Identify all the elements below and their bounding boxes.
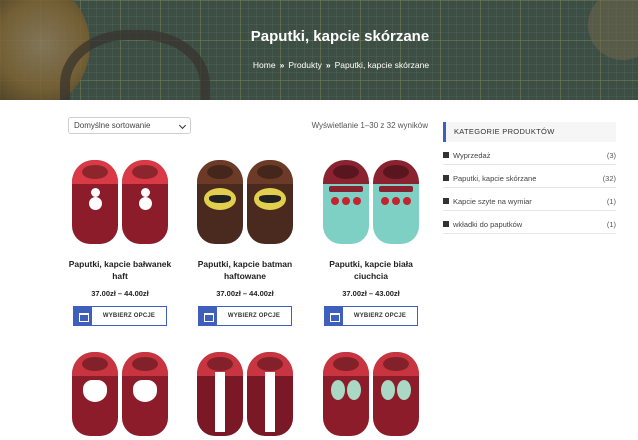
- product-title[interactable]: Paputki, kapcie biała ciuchcia: [315, 258, 427, 282]
- select-options-button[interactable]: WYBIERZ OPCJE: [198, 306, 292, 326]
- category-item[interactable]: Kapcie szyte na wymiar (1): [443, 188, 616, 211]
- slipper-right: [122, 160, 168, 244]
- stripe-pattern-icon: [215, 372, 225, 433]
- breadcrumb: Home» Produkty» Paputki, kapcie skórzane: [0, 60, 638, 70]
- product-price: 37.00zł – 44.00zł: [91, 289, 149, 298]
- product-card: [189, 340, 301, 440]
- breadcrumb-home-link[interactable]: Home: [253, 60, 276, 70]
- slipper-right: [373, 160, 419, 244]
- slipper-right: [122, 352, 168, 436]
- product-card: Paputki, kapcie batman haftowane 37.00zł …: [189, 148, 301, 326]
- page-hero-banner: Paputki, kapcie skórzane Home» Produkty» P…: [0, 0, 638, 100]
- cart-icon: [199, 307, 217, 325]
- select-options-label: WYBIERZ OPCJE: [102, 313, 156, 319]
- select-options-label: WYBIERZ OPCJE: [227, 313, 281, 319]
- category-count: (1): [606, 197, 616, 206]
- cat-face-icon: [133, 379, 157, 402]
- product-image[interactable]: [321, 148, 421, 248]
- snowman-embroidery-icon: [88, 187, 102, 210]
- result-count: Wyświetlanie 1–30 z 32 wyników: [311, 121, 428, 130]
- category-bullet-icon: [443, 221, 449, 227]
- category-item[interactable]: Wyprzedaż (3): [443, 142, 616, 165]
- cart-icon: [74, 307, 92, 325]
- chevron-down-icon: [178, 121, 187, 130]
- product-image[interactable]: [195, 340, 295, 440]
- category-bullet-icon: [443, 175, 449, 181]
- select-options-button[interactable]: WYBIERZ OPCJE: [73, 306, 167, 326]
- product-categories-widget: KATEGORIE PRODUKTÓW Wyprzedaż (3) Paputk…: [443, 122, 616, 234]
- slipper-left: [323, 352, 369, 436]
- category-link[interactable]: wkładki do paputków: [453, 220, 522, 229]
- product-price: 37.00zł – 44.00zł: [216, 289, 274, 298]
- select-options-button[interactable]: WYBIERZ OPCJE: [324, 306, 418, 326]
- bat-emblem-icon: [204, 187, 236, 210]
- butterfly-icon: [331, 379, 361, 402]
- slipper-left: [323, 160, 369, 244]
- cat-face-icon: [83, 379, 107, 402]
- breadcrumb-products-link[interactable]: Produkty: [288, 60, 322, 70]
- slipper-left: [72, 352, 118, 436]
- product-title[interactable]: Paputki, kapcie bałwanek haft: [64, 258, 176, 282]
- slipper-right: [247, 352, 293, 436]
- cart-icon: [325, 307, 343, 325]
- sort-select-value: Domyślne sortowanie: [74, 121, 151, 130]
- product-price: 37.00zł – 43.00zł: [342, 289, 400, 298]
- category-item[interactable]: Paputki, kapcie skórzane (32): [443, 165, 616, 188]
- widget-title: KATEGORIE PRODUKTÓW: [443, 122, 616, 142]
- train-pattern-icon: [379, 185, 413, 212]
- butterfly-icon: [381, 379, 411, 402]
- product-card: Paputki, kapcie biała ciuchcia 37.00zł – …: [315, 148, 427, 326]
- category-count: (3): [606, 151, 616, 160]
- sort-select[interactable]: Domyślne sortowanie: [68, 117, 191, 134]
- train-pattern-icon: [329, 185, 363, 212]
- bat-emblem-icon: [254, 187, 286, 210]
- breadcrumb-current: Paputki, kapcie skórzane: [334, 60, 430, 70]
- product-card: [315, 340, 427, 440]
- category-link[interactable]: Paputki, kapcie skórzane: [453, 174, 536, 183]
- product-image[interactable]: [321, 340, 421, 440]
- category-link[interactable]: Kapcie szyte na wymiar: [453, 197, 532, 206]
- category-count: (1): [606, 220, 616, 229]
- select-options-label: WYBIERZ OPCJE: [353, 313, 407, 319]
- breadcrumb-separator: »: [279, 60, 285, 70]
- slipper-left: [197, 160, 243, 244]
- page-title: Paputki, kapcie skórzane: [250, 28, 430, 45]
- product-image[interactable]: [195, 148, 295, 248]
- snowman-embroidery-icon: [138, 187, 152, 210]
- slipper-right: [247, 160, 293, 244]
- product-image[interactable]: [70, 340, 170, 440]
- slipper-left: [197, 352, 243, 436]
- slipper-left: [72, 160, 118, 244]
- product-title[interactable]: Paputki, kapcie batman haftowane: [189, 258, 301, 282]
- category-count: (32): [602, 174, 616, 183]
- category-bullet-icon: [443, 152, 449, 158]
- category-link[interactable]: Wyprzedaż: [453, 151, 490, 160]
- product-card: Paputki, kapcie bałwanek haft 37.00zł – 4…: [64, 148, 176, 326]
- category-item[interactable]: wkładki do paputków (1): [443, 211, 616, 234]
- category-bullet-icon: [443, 198, 449, 204]
- stripe-pattern-icon: [265, 372, 275, 433]
- breadcrumb-separator: »: [325, 60, 331, 70]
- slipper-right: [373, 352, 419, 436]
- product-image[interactable]: [70, 148, 170, 248]
- product-card: [64, 340, 176, 440]
- hero-overlay: [0, 0, 638, 100]
